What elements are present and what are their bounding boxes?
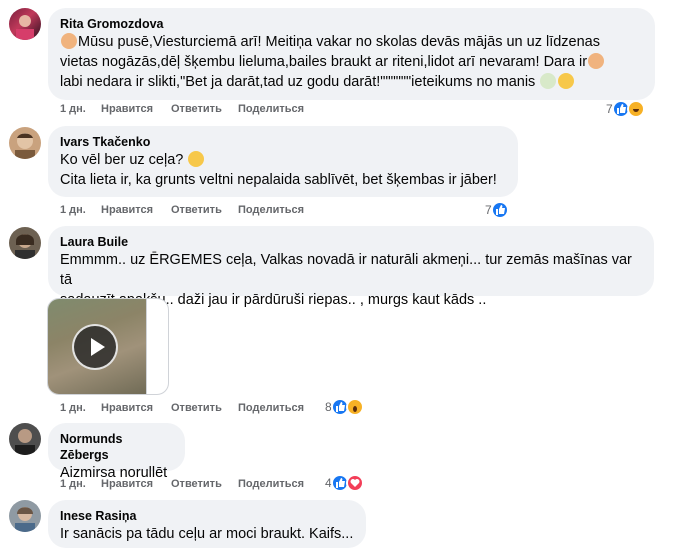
avatar[interactable] [9, 423, 41, 455]
comment-text: Mūsu pusē,Viesturciemā arī! Meitiņa vaka… [60, 32, 643, 52]
comment-text: labi nedara ir slikti,"Bet ja darāt,tad … [60, 72, 643, 92]
reaction-summary[interactable]: 8 [325, 398, 364, 416]
comment-time[interactable]: 1 дн. [60, 202, 86, 218]
comment-line: labi nedara ir slikti,"Bet ja darāt,tad … [60, 74, 536, 90]
comment-text: Cita lieta ir, ka grunts veltni nepalaid… [60, 172, 497, 188]
comment-author[interactable]: Laura Buile [60, 234, 642, 250]
reply-button[interactable]: Ответить [171, 400, 222, 416]
woman-emoji-icon [588, 53, 605, 69]
comment-text: Ko vēl ber uz ceļa? [60, 150, 506, 170]
reaction-summary[interactable]: 7 [606, 100, 645, 118]
like-button[interactable]: Нравится [101, 400, 153, 416]
haha-icon [626, 100, 645, 118]
grimace-emoji-icon [558, 73, 575, 89]
reply-button[interactable]: Ответить [171, 476, 222, 492]
reply-button[interactable]: Ответить [171, 101, 222, 117]
comment-bubble: Laura Buile Emmmm.. uz ĒRGEMES ceļa, Val… [48, 226, 654, 308]
reply-button[interactable]: Ответить [171, 202, 222, 218]
comment-author[interactable]: Inese Rasiņa [60, 508, 354, 524]
avatar[interactable] [9, 500, 41, 532]
comment-time[interactable]: 1 дн. [60, 400, 86, 416]
like-button[interactable]: Нравится [101, 476, 153, 492]
avatar-image [15, 429, 35, 455]
avatar[interactable] [9, 227, 41, 259]
comment-bubble: Ivars Tkačenko Ko vēl ber uz ceļa? Cita … [48, 126, 518, 197]
video-frame-divider [146, 299, 147, 394]
comment-bubble: Normunds Zēbergs Aizmirsa norullēt [48, 423, 185, 481]
avatar-image [15, 507, 35, 532]
share-button[interactable]: Поделиться [238, 400, 304, 416]
comment-line: vietas nogāzās,dēļ šķembu lieluma,bailes… [60, 54, 588, 70]
reaction-summary[interactable]: 4 [325, 474, 364, 492]
reaction-summary[interactable]: 7 [485, 201, 509, 219]
share-button[interactable]: Поделиться [238, 476, 304, 492]
comment-text: Emmmm.. uz ĒRGEMES ceļa, Valkas novadā i… [60, 252, 636, 288]
avatar-image [15, 234, 35, 259]
woman-emoji-icon [61, 33, 77, 49]
comment-actions: 1 дн. Нравится Ответить Поделиться [60, 101, 360, 117]
love-icon [345, 474, 364, 492]
comment-time[interactable]: 1 дн. [60, 476, 86, 492]
avatar[interactable] [9, 8, 41, 40]
comment-author[interactable]: Ivars Tkačenko [60, 134, 506, 150]
sick-emoji-icon [540, 73, 557, 89]
comment-author[interactable]: Rita Gromozdova [60, 16, 643, 32]
comment-text: vietas nogāzās,dēļ šķembu lieluma,bailes… [60, 52, 643, 72]
comment-bubble: Rita Gromozdova Mūsu pusē,Viesturciemā a… [48, 8, 655, 100]
like-icon [490, 201, 509, 219]
comment-time[interactable]: 1 дн. [60, 101, 86, 117]
comment-author[interactable]: Normunds Zēbergs [60, 431, 173, 463]
comment-line: Ko vēl ber uz ceļa? [60, 152, 184, 168]
share-button[interactable]: Поделиться [238, 202, 304, 218]
comment-actions: 1 дн. Нравится Ответить Поделиться [60, 476, 360, 492]
comment-actions: 1 дн. Нравится Ответить Поделиться [60, 202, 360, 218]
comment-bubble: Inese Rasiņa Ir sanācis pa tādu ceļu ar … [48, 500, 366, 548]
avatar[interactable] [9, 127, 41, 159]
avatar-image [15, 133, 35, 159]
play-icon[interactable] [72, 324, 118, 370]
video-attachment[interactable] [47, 298, 169, 395]
comment-actions: 1 дн. Нравится Ответить Поделиться [60, 400, 360, 416]
comment-line: Mūsu pusē,Viesturciemā arī! Meitiņa vaka… [78, 34, 600, 50]
like-button[interactable]: Нравится [101, 202, 153, 218]
share-button[interactable]: Поделиться [238, 101, 304, 117]
avatar-image [16, 15, 34, 40]
comment-text: Ir sanācis pa tādu ceļu ar moci braukt. … [60, 526, 354, 542]
rofl-emoji-icon [188, 151, 205, 167]
like-button[interactable]: Нравится [101, 101, 153, 117]
wow-icon [345, 398, 364, 416]
